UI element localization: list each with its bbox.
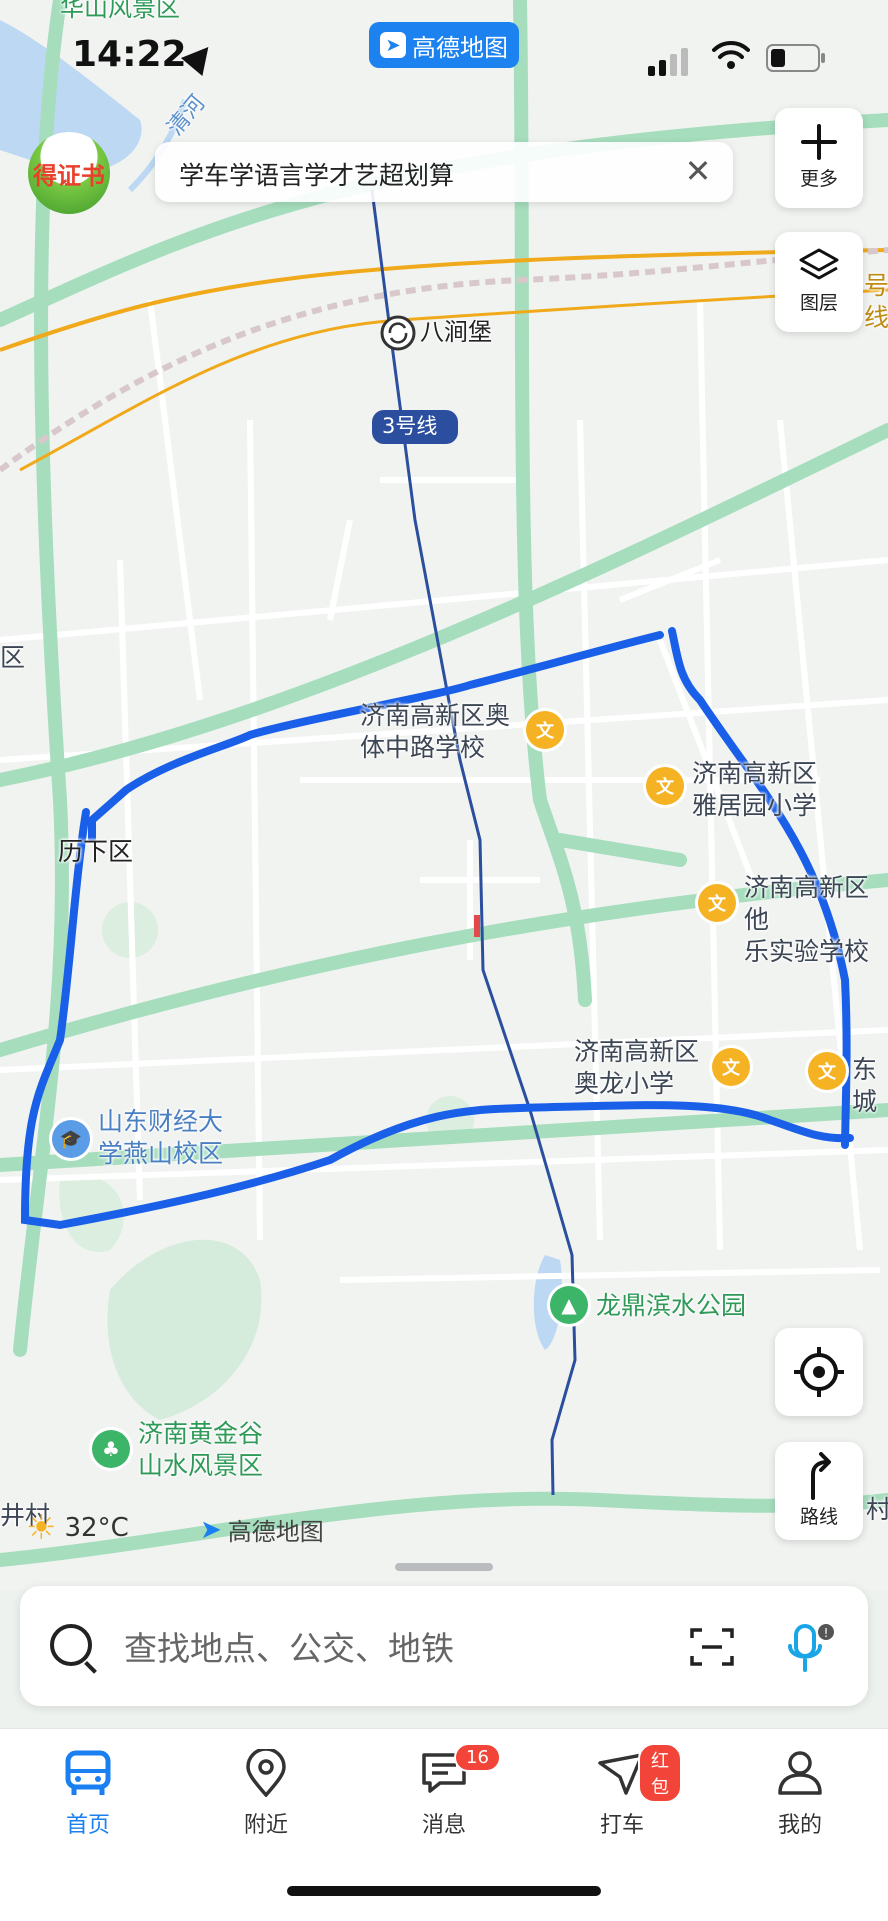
battery-icon xyxy=(766,44,825,72)
school-star-icon[interactable]: 文 xyxy=(698,884,736,922)
location-pin-icon xyxy=(246,1747,286,1798)
route-turn-icon xyxy=(811,1452,831,1500)
school-star-icon[interactable]: 文 xyxy=(808,1052,846,1090)
label-right-edge: 号线 xyxy=(864,271,888,332)
promo-logo[interactable]: 得证书 xyxy=(28,132,110,214)
locate-button[interactable] xyxy=(775,1328,863,1416)
label-university[interactable]: 山东财经大 学燕山校区 xyxy=(98,1106,223,1170)
green-area xyxy=(107,1239,262,1420)
close-icon[interactable]: ✕ xyxy=(681,154,715,188)
label-park[interactable]: 龙鼎滨水公园 xyxy=(596,1290,746,1322)
microphone-icon[interactable]: ! xyxy=(782,1620,838,1676)
label-metro-line: 3号线 xyxy=(382,414,438,438)
more-button[interactable]: 更多 xyxy=(775,108,863,208)
red-packet-badge: 红包 xyxy=(638,1743,682,1803)
tab-nearby[interactable]: 附近 xyxy=(206,1747,326,1839)
label-scenic-bottom[interactable]: 济南黄金谷 山水风景区 xyxy=(138,1418,263,1482)
scenic-icon[interactable]: ♣ xyxy=(92,1430,130,1468)
status-time: 14:22 xyxy=(72,34,187,75)
tab-profile[interactable]: 我的 xyxy=(740,1749,860,1839)
school-star-icon[interactable]: 文 xyxy=(712,1048,750,1086)
park-icon[interactable]: ▲ xyxy=(550,1286,588,1324)
school-star-icon[interactable]: 文 xyxy=(526,711,564,749)
route-button[interactable]: 路线 xyxy=(775,1442,863,1540)
map-view[interactable]: 华山风景区 清河 八涧堡 3号线 区 历下区 济南高新区奥 体中路学校 文 文 … xyxy=(0,0,888,1590)
label-district-left: 区 xyxy=(0,643,26,672)
label-east: 东城 xyxy=(852,1055,878,1116)
label-top-scenic: 华山风景区 xyxy=(60,0,180,22)
layers-icon xyxy=(799,248,839,280)
traffic-segment xyxy=(474,915,480,937)
sun-icon: ☀ xyxy=(26,1508,57,1548)
metro-station-icon xyxy=(380,315,416,351)
tab-home[interactable]: 首页 xyxy=(28,1749,148,1839)
tab-messages[interactable]: 16 消息 xyxy=(384,1743,504,1839)
app-badge[interactable]: ➤ 高德地图 xyxy=(369,22,519,68)
search-icon[interactable] xyxy=(50,1624,92,1666)
school-star-icon[interactable]: 文 xyxy=(646,767,684,805)
label-school-aoti[interactable]: 济南高新区奥 体中路学校 xyxy=(360,700,510,764)
scan-icon[interactable] xyxy=(690,1626,734,1668)
university-icon[interactable]: 🎓 xyxy=(52,1120,90,1158)
search-input[interactable] xyxy=(122,1622,686,1674)
label-school-aolong[interactable]: 济南高新区 奥龙小学 xyxy=(574,1036,699,1100)
tab-taxi[interactable]: 红包 打车 xyxy=(562,1743,682,1839)
crosshair-icon xyxy=(794,1347,844,1397)
sheet-drag-handle[interactable] xyxy=(395,1563,493,1571)
layers-button[interactable]: 图层 xyxy=(775,232,863,332)
temperature: 32°C xyxy=(64,1513,129,1543)
promo-banner[interactable]: 学车学语言学才艺超划算 ✕ xyxy=(155,142,733,202)
svg-text:!: ! xyxy=(824,1626,829,1640)
label-station[interactable]: 八涧堡 xyxy=(420,316,492,348)
map-brand: ➤ 高德地图 xyxy=(200,1514,324,1547)
message-badge: 16 xyxy=(454,1743,501,1772)
wifi-icon xyxy=(712,40,750,69)
plus-icon xyxy=(801,124,837,160)
amap-logo-icon: ➤ xyxy=(200,1514,222,1545)
search-bar[interactable]: ! xyxy=(20,1586,868,1706)
label-school-yajuyuan[interactable]: 济南高新区 雅居园小学 xyxy=(692,758,817,822)
amap-logo-icon: ➤ xyxy=(380,32,406,58)
label-lixia: 历下区 xyxy=(58,837,134,866)
bus-icon xyxy=(65,1750,111,1795)
home-indicator[interactable] xyxy=(287,1886,601,1896)
promo-text: 学车学语言学才艺超划算 xyxy=(179,161,455,190)
label-bottom-right: 村 xyxy=(866,1495,888,1524)
user-icon xyxy=(778,1751,822,1795)
signal-icon xyxy=(648,48,688,76)
weather[interactable]: ☀ 32°C xyxy=(26,1508,129,1548)
label-school-shiyan[interactable]: 济南高新区他 乐实验学校 xyxy=(744,872,888,968)
